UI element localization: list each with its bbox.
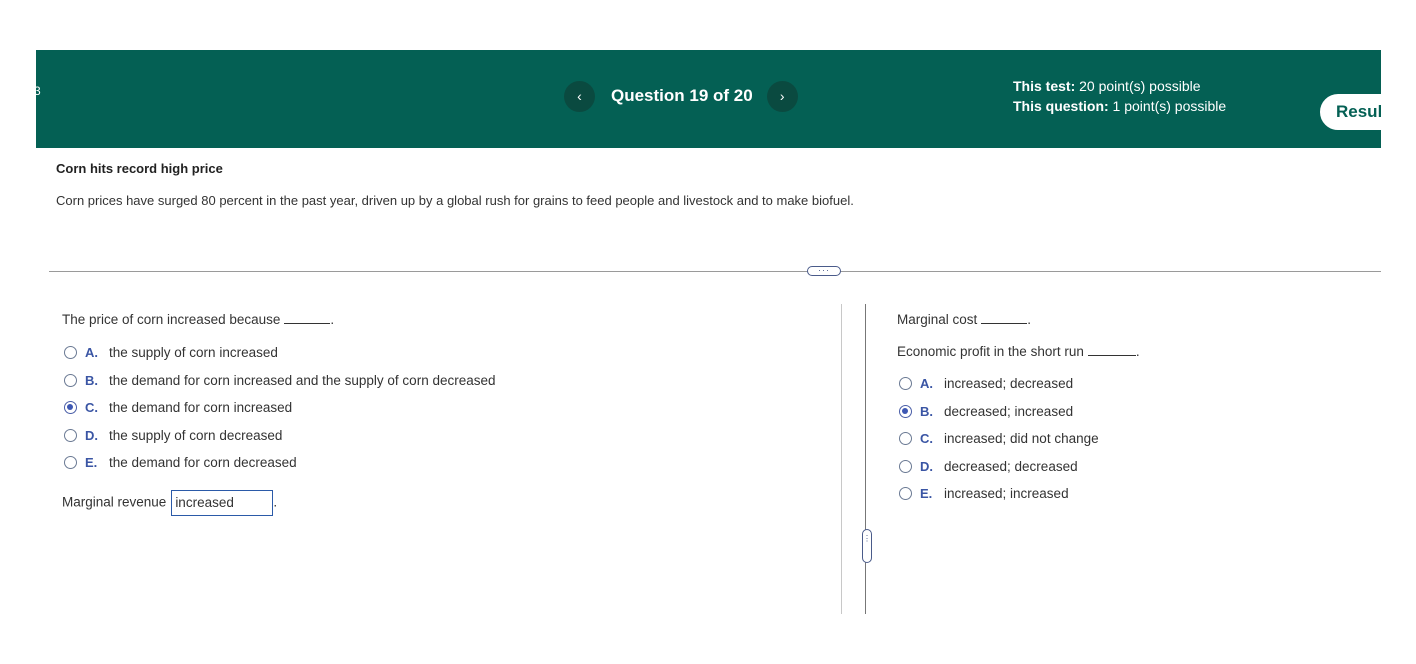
q1-choice-e[interactable]: E. the demand for corn decreased [64, 449, 496, 477]
vertical-splitter-handle[interactable]: ⋮ [862, 529, 872, 563]
choice-text: decreased; decreased [944, 458, 1078, 474]
question-app: 3 ‹ Question 19 of 20 › This test: 20 po… [36, 50, 1381, 614]
choice-text: decreased; increased [944, 403, 1074, 419]
q2-choices: A. increased; decreased B. decreased; in… [899, 370, 1099, 508]
choice-text: the supply of corn decreased [109, 427, 283, 443]
choice-letter: B. [85, 372, 98, 388]
header-bar: 3 ‹ Question 19 of 20 › This test: 20 po… [36, 50, 1381, 148]
q1-blank [284, 311, 331, 324]
radio-button[interactable] [64, 456, 77, 470]
q1-choice-c[interactable]: C. the demand for corn increased [64, 394, 496, 422]
choice-letter: A. [920, 376, 933, 392]
q1-stem-text: The price of corn increased because [62, 312, 281, 327]
choice-text: the demand for corn decreased [109, 455, 297, 471]
q2-choice-b[interactable]: B. decreased; increased [899, 398, 1099, 426]
marginal-revenue-period: . [273, 494, 278, 510]
q1-stem: The price of corn increased because. [62, 311, 334, 327]
test-points-value: 20 point(s) possible [1075, 78, 1201, 94]
results-button[interactable]: Resul [1320, 94, 1381, 130]
q1-choice-d[interactable]: D. the supply of corn decreased [64, 422, 496, 450]
choice-text: increased; did not change [944, 431, 1099, 447]
q2-choice-c[interactable]: C. increased; did not change [899, 425, 1099, 453]
marginal-cost-label: Marginal cost [897, 312, 978, 327]
radio-button[interactable] [899, 487, 912, 501]
question-points-label: This question: [1013, 98, 1109, 114]
economic-profit-label: Economic profit in the short run [897, 344, 1084, 359]
choice-letter: C. [920, 431, 933, 447]
left-pane-border [841, 304, 842, 614]
test-points-label: This test: [1013, 78, 1076, 94]
marginal-revenue-label: Marginal revenue [62, 494, 167, 510]
vertical-splitter [865, 304, 866, 614]
radio-button[interactable] [64, 373, 77, 387]
marginal-cost-period: . [1027, 312, 1032, 327]
marginal-cost-blank [981, 311, 1028, 324]
choice-letter: E. [920, 486, 933, 502]
radio-button[interactable] [899, 377, 912, 391]
radio-button-selected[interactable] [899, 404, 912, 418]
radio-button[interactable] [64, 428, 77, 442]
choice-text: the supply of corn increased [109, 345, 278, 361]
economic-profit-stem: Economic profit in the short run. [897, 343, 1140, 359]
horizontal-splitter [49, 271, 1381, 272]
radio-button[interactable] [899, 459, 912, 473]
q2-choice-a[interactable]: A. increased; decreased [899, 370, 1099, 398]
choice-letter: B. [920, 403, 933, 419]
q1-choices: A. the supply of corn increased B. the d… [64, 339, 496, 477]
points-info: This test: 20 point(s) possible This que… [1013, 76, 1226, 116]
chevron-left-icon: ‹ [577, 88, 582, 104]
q1-period: . [330, 312, 335, 327]
next-question-button[interactable]: › [766, 80, 798, 112]
question-counter: Question 19 of 20 [611, 86, 753, 105]
radio-button-selected[interactable] [64, 401, 77, 415]
radio-button[interactable] [899, 432, 912, 446]
test-points: This test: 20 point(s) possible [1013, 76, 1226, 96]
choice-letter: D. [85, 427, 98, 443]
choice-letter: E. [85, 455, 98, 471]
marginal-revenue-row: Marginal revenue increased. [62, 490, 277, 516]
choice-letter: D. [920, 458, 933, 474]
question-points-value: 1 point(s) possible [1108, 98, 1227, 114]
q2-choice-e[interactable]: E. increased; increased [899, 480, 1099, 508]
marginal-revenue-answer-box[interactable]: increased [171, 490, 274, 516]
marginal-cost-stem: Marginal cost. [897, 311, 1031, 327]
choice-text: the demand for corn increased [109, 400, 293, 416]
horizontal-splitter-handle[interactable]: ··· [807, 266, 841, 276]
q1-choice-a[interactable]: A. the supply of corn increased [64, 339, 496, 367]
choice-letter: A. [85, 345, 98, 361]
choice-letter: C. [85, 400, 98, 416]
choice-text: increased; increased [944, 486, 1069, 502]
economic-profit-blank [1087, 343, 1136, 356]
passage-text: Corn prices have surged 80 percent in th… [56, 193, 854, 208]
chevron-right-icon: › [779, 88, 785, 104]
header-edge-mark: 3 [36, 84, 41, 98]
q2-choice-d[interactable]: D. decreased; decreased [899, 453, 1099, 481]
q1-choice-b[interactable]: B. the demand for corn increased and the… [64, 367, 496, 395]
economic-profit-period: . [1135, 344, 1140, 359]
radio-button[interactable] [64, 346, 77, 360]
previous-question-button[interactable]: ‹ [564, 80, 595, 112]
question-navigator: ‹ Question 19 of 20 › [564, 80, 798, 112]
choice-text: the demand for corn increased and the su… [109, 372, 496, 388]
passage-title: Corn hits record high price [56, 161, 223, 176]
question-points: This question: 1 point(s) possible [1013, 96, 1226, 116]
choice-text: increased; decreased [944, 376, 1074, 392]
